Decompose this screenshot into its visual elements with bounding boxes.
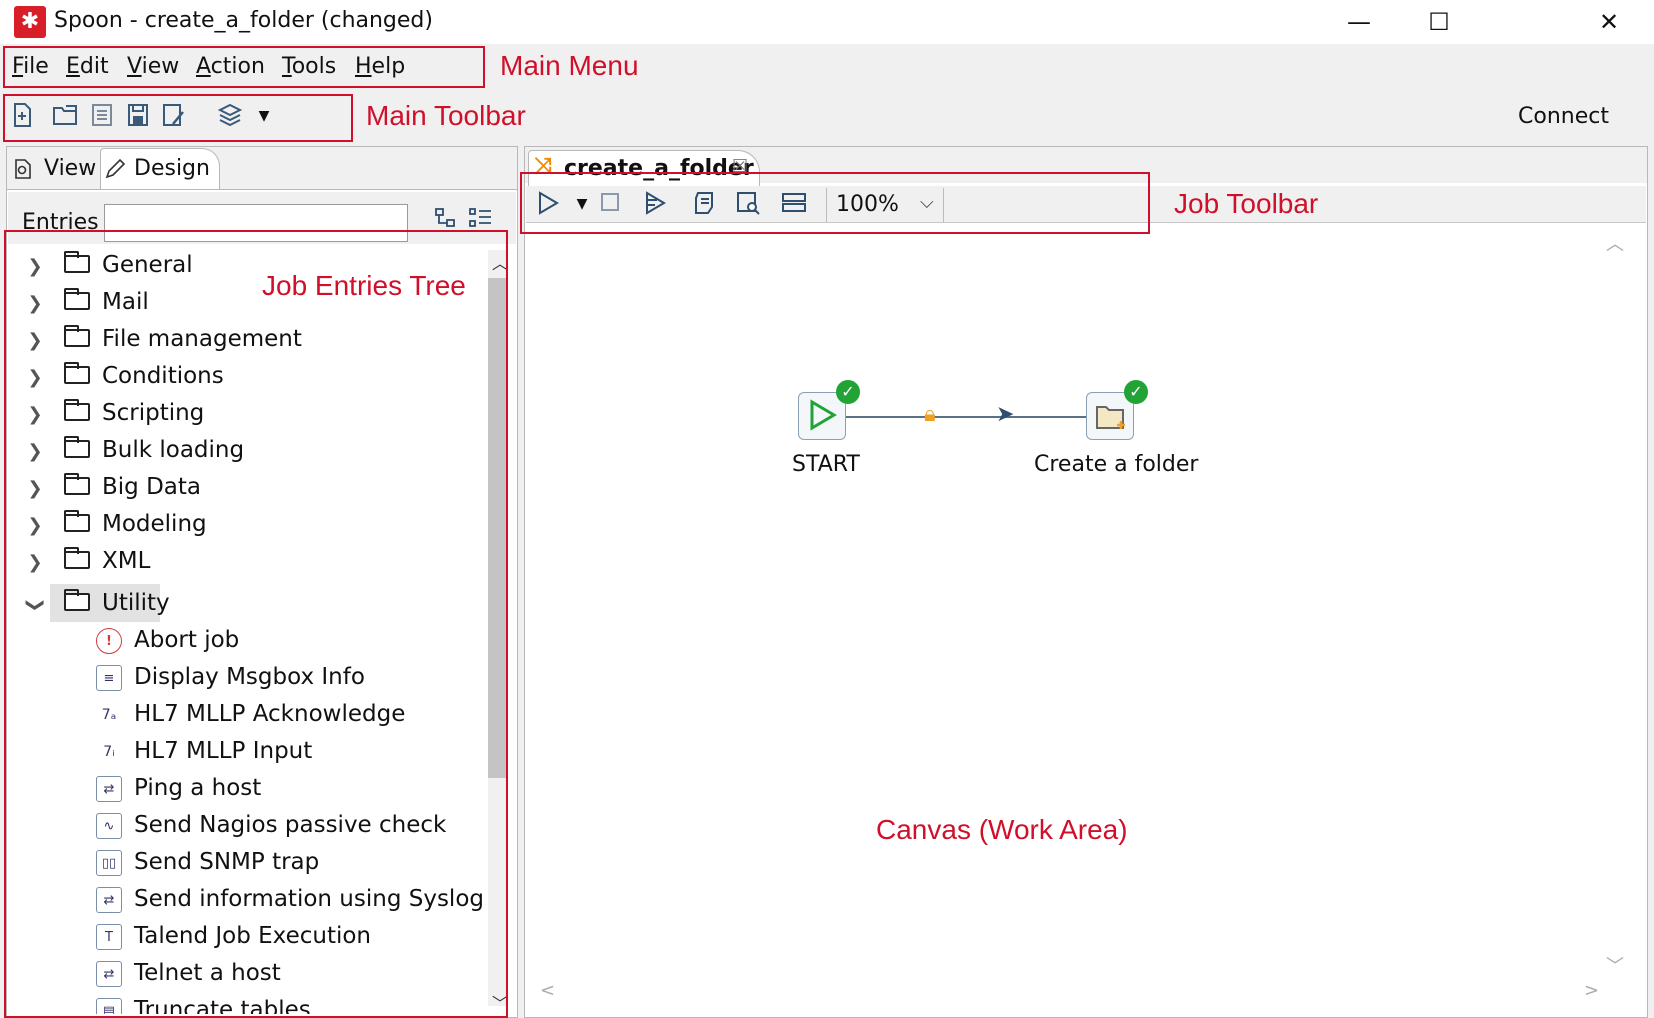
annotation-box-job-toolbar <box>520 172 1150 234</box>
arrow-icon: ➤ <box>996 402 1015 427</box>
annotation-job-entries-tree: Job Entries Tree <box>262 270 466 301</box>
job-canvas[interactable] <box>530 226 1610 976</box>
annotation-box-job-entries-tree <box>4 230 508 1018</box>
success-check-icon: ✓ <box>836 380 860 404</box>
job-hop[interactable] <box>846 416 1086 418</box>
lock-icon[interactable]: 🔒︎ <box>924 402 936 427</box>
canvas-scroll-down-icon[interactable]: ﹀ <box>1606 952 1624 978</box>
canvas-scroll-right-icon[interactable]: > <box>1584 980 1599 1001</box>
annotation-main-toolbar: Main Toolbar <box>366 100 526 131</box>
canvas-scroll-left-icon[interactable]: < <box>540 980 555 1001</box>
annotation-box-main-menu <box>3 46 485 88</box>
close-button[interactable]: ✕ <box>1574 0 1644 44</box>
start-node-label: START <box>792 452 860 477</box>
tab-design[interactable]: Design <box>98 150 210 188</box>
annotation-job-toolbar: Job Toolbar <box>1174 188 1319 219</box>
create-folder-node-label: Create a folder <box>1034 452 1199 477</box>
spoon-logo-icon: ✱ <box>14 6 46 38</box>
connect-button[interactable]: Connect <box>1518 104 1609 129</box>
minimize-button[interactable]: — <box>1324 0 1394 44</box>
success-check-icon: ✓ <box>1124 380 1148 404</box>
maximize-button[interactable]: ☐ <box>1404 0 1474 44</box>
annotation-main-menu: Main Menu <box>500 50 639 81</box>
window-title: Spoon - create_a_folder (changed) <box>54 8 433 33</box>
canvas-scroll-up-icon[interactable]: ︿ <box>1606 230 1624 256</box>
tab-view[interactable]: View <box>8 150 96 188</box>
annotation-box-main-toolbar <box>3 94 353 142</box>
annotation-canvas: Canvas (Work Area) <box>876 814 1128 845</box>
